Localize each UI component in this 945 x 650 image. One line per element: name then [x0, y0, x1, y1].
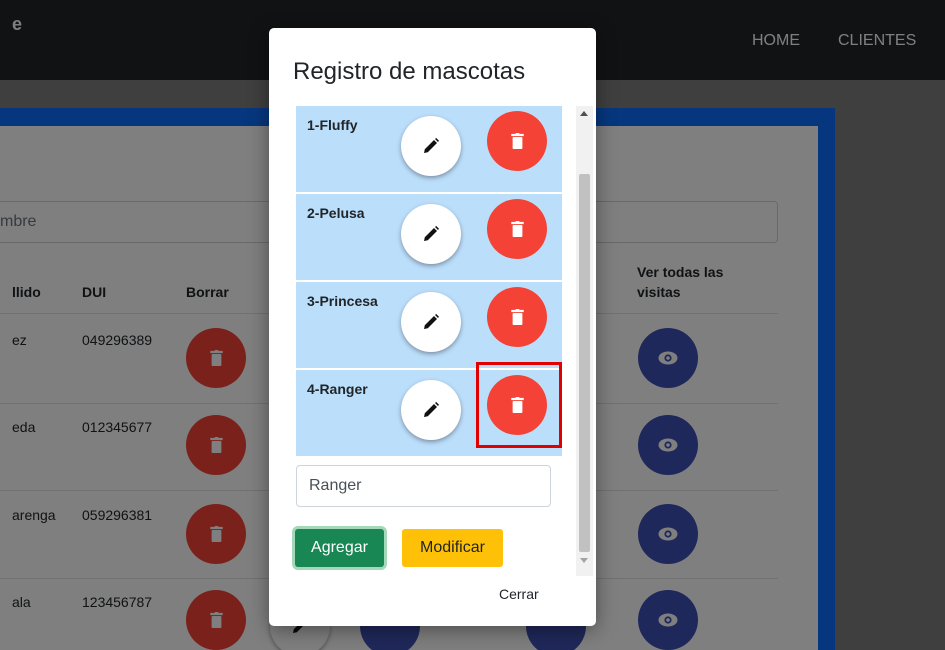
pet-list-item: 1-Fluffy: [296, 106, 562, 193]
pencil-icon: [424, 314, 439, 329]
pet-list-item: 3-Princesa: [296, 282, 562, 369]
modal-title: Registro de mascotas: [293, 58, 526, 85]
trash-icon: [510, 221, 524, 237]
pencil-icon: [424, 226, 439, 241]
pencil-icon: [424, 138, 439, 153]
delete-pet-button[interactable]: [487, 199, 547, 259]
pencil-icon: [424, 402, 439, 417]
pet-name: 2-Pelusa: [307, 205, 365, 221]
pet-name: 1-Fluffy: [307, 117, 358, 133]
trash-icon: [510, 309, 524, 325]
scroll-down-arrow-icon[interactable]: [580, 558, 588, 563]
pet-name: 3-Princesa: [307, 293, 378, 309]
highlight-box: [476, 362, 562, 448]
cerrar-button[interactable]: Cerrar: [499, 586, 539, 602]
pet-name-input[interactable]: [296, 465, 551, 507]
agregar-button[interactable]: Agregar: [295, 529, 384, 567]
edit-pet-button[interactable]: [401, 380, 461, 440]
edit-pet-button[interactable]: [401, 204, 461, 264]
delete-pet-button[interactable]: [487, 111, 547, 171]
modal-scrollbar[interactable]: [576, 106, 593, 576]
edit-pet-button[interactable]: [401, 116, 461, 176]
edit-pet-button[interactable]: [401, 292, 461, 352]
scrollbar-thumb[interactable]: [579, 174, 590, 552]
scroll-up-arrow-icon[interactable]: [580, 111, 588, 116]
pet-name: 4-Ranger: [307, 381, 368, 397]
pet-list-item: 2-Pelusa: [296, 194, 562, 281]
pets-modal: Registro de mascotas 1-Fluffy 2-Pelusa 3…: [269, 28, 596, 626]
trash-icon: [510, 133, 524, 149]
delete-pet-button[interactable]: [487, 287, 547, 347]
modificar-button[interactable]: Modificar: [402, 529, 503, 567]
